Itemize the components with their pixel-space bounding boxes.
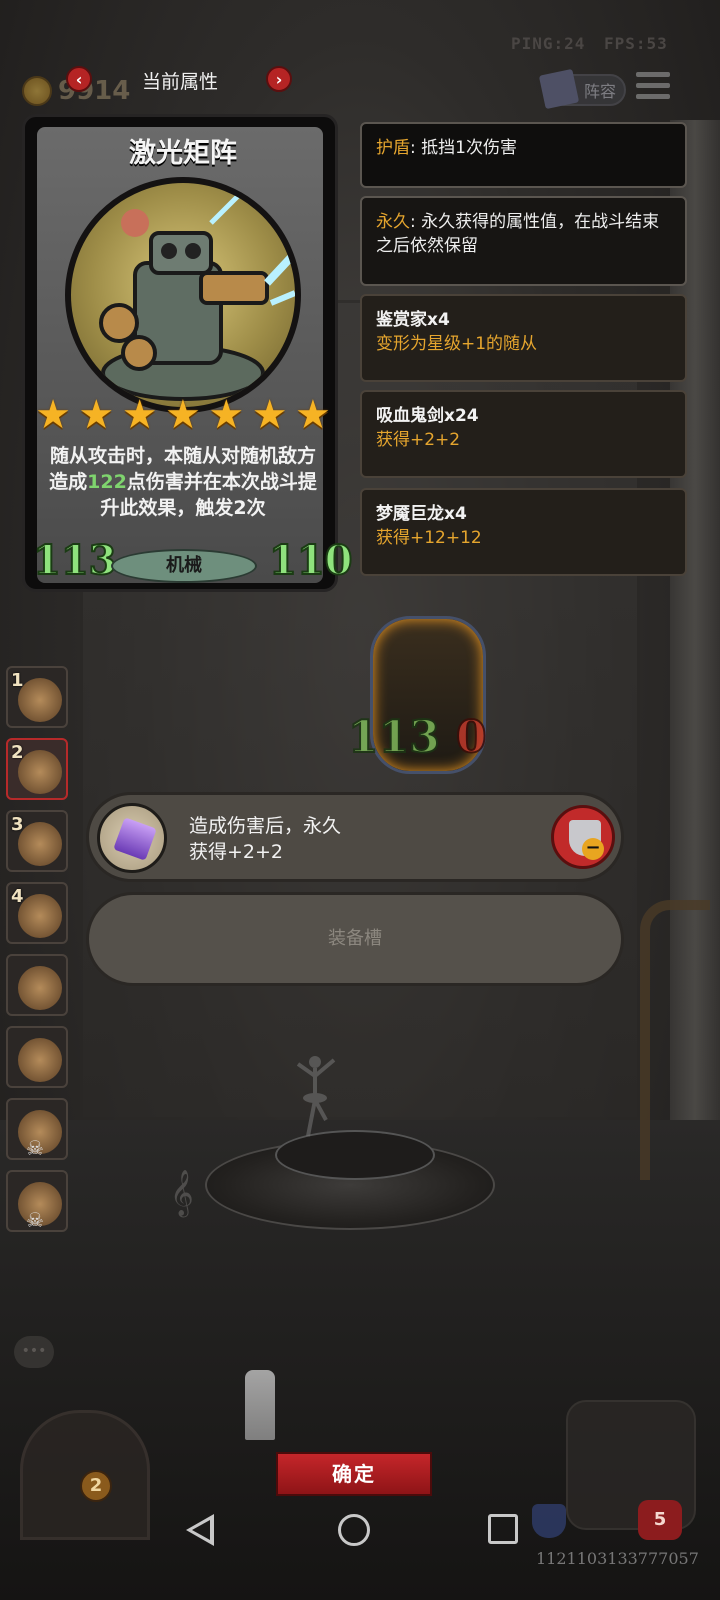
equipment-description: 造成伤害后，永久 获得+2+2 xyxy=(189,813,341,865)
buff-effect: 获得+12+12 xyxy=(376,528,482,548)
damage-value: 122 xyxy=(87,471,127,493)
board-minion-health: 0 xyxy=(455,711,488,764)
roster-slot-eliminated[interactable]: ☠ xyxy=(6,1098,68,1160)
home-icon[interactable] xyxy=(338,1514,370,1546)
ballerina-figurine xyxy=(296,1056,336,1137)
card-description: 随从攻击时，本随从对随机敌方造成122点伤害并在本次战斗提升此效果，触发2次 xyxy=(49,445,317,519)
keyword-shield-text: : 抵挡1次伤害 xyxy=(410,138,517,158)
equipped-item[interactable]: 造成伤害后，永久 获得+2+2 − xyxy=(86,792,624,882)
keyword-shield: 护盾 xyxy=(376,138,410,158)
buff-panel: 梦魇巨龙x4 获得+12+12 xyxy=(360,488,687,576)
roster-slot[interactable]: 4 xyxy=(6,882,68,944)
buff-effect: 变形为星级+1的随从 xyxy=(376,334,538,354)
minus-icon: − xyxy=(582,838,604,860)
equipment-line: 获得+2+2 xyxy=(189,841,284,863)
star-rating: ★ ★ ★ ★ ★ ★ ★ xyxy=(33,395,333,435)
star-icon: ★ xyxy=(251,392,288,438)
roster-slot[interactable] xyxy=(6,1026,68,1088)
attack-stat: 113 xyxy=(32,536,117,585)
star-icon: ★ xyxy=(35,392,71,438)
keyword-permanent-panel: 永久: 永久获得的属性值，在战斗结束之后依然保留 xyxy=(360,196,687,286)
player-avatar xyxy=(18,678,62,722)
player-avatar xyxy=(18,1038,62,1082)
keyword-shield-panel: 护盾: 抵挡1次伤害 xyxy=(360,122,687,188)
player-avatar xyxy=(18,894,62,938)
player-avatar xyxy=(18,822,62,866)
roster-slot-selected[interactable]: 2 xyxy=(6,738,68,800)
roster-slot-eliminated[interactable]: ☠ xyxy=(6,1170,68,1232)
buff-panel: 吸血鬼剑x24 获得+2+2 xyxy=(360,390,687,478)
next-page-button[interactable]: › xyxy=(266,66,292,92)
chat-icon[interactable]: ••• xyxy=(14,1336,54,1368)
player-avatar xyxy=(18,966,62,1010)
coin-icon xyxy=(22,76,52,106)
recents-icon[interactable] xyxy=(488,1514,518,1544)
keyword-permanent: 永久 xyxy=(376,212,410,232)
star-icon: ★ xyxy=(165,392,201,438)
board-minion-attack: 113 xyxy=(347,711,441,764)
roster-slot[interactable]: 1 xyxy=(6,666,68,728)
skull-icon: ☠ xyxy=(26,1136,44,1160)
minion-portrait xyxy=(65,177,301,413)
panel-title: 当前属性 xyxy=(141,71,218,93)
book-icon xyxy=(538,68,580,110)
slot-number: 4 xyxy=(11,886,24,907)
menu-icon[interactable] xyxy=(636,72,670,106)
player-avatar xyxy=(18,750,62,794)
team-roster: 1 2 3 4 ☠ ☠ xyxy=(0,666,74,1242)
lineup-button[interactable]: 阵容 xyxy=(538,68,626,110)
health-stat: 110 xyxy=(268,536,353,585)
star-icon: ★ xyxy=(295,392,331,438)
slot-number: 3 xyxy=(11,814,24,835)
skull-icon: ☠ xyxy=(26,1208,44,1232)
laser-turret-illustration xyxy=(99,191,295,401)
equipment-line: 造成伤害后，永久 xyxy=(189,815,342,837)
card-name: 激光矩阵 xyxy=(129,138,237,169)
buff-name: 鉴赏家x4 xyxy=(376,310,450,330)
empty-equipment-slot[interactable]: 装备槽 xyxy=(86,892,624,986)
unequip-button[interactable]: − xyxy=(551,805,615,869)
buff-panel: 鉴赏家x4 变形为星级+1的随从 xyxy=(360,294,687,382)
equipment-icon xyxy=(97,803,167,873)
slot-number: 2 xyxy=(11,742,24,763)
lineup-label: 阵容 xyxy=(583,82,616,101)
ping-readout: PING:24 xyxy=(511,34,586,53)
roster-slot[interactable]: 3 xyxy=(6,810,68,872)
minion-card: 激光矩阵 ★ ★ ★ ★ ★ ★ ★ 随从攻击时，本随从对随机敌方造成122点伤害并在本次战… xyxy=(22,114,353,592)
music-note-icon: 𝄞 xyxy=(170,1170,194,1216)
candle-decor xyxy=(245,1370,275,1440)
crystal-icon xyxy=(113,817,157,861)
prev-page-button[interactable]: ‹ xyxy=(66,66,92,92)
tavern-level-badge: 2 xyxy=(80,1470,112,1502)
roster-slot[interactable] xyxy=(6,954,68,1016)
harp-decor xyxy=(640,900,710,1180)
tribe-badge: 机械 xyxy=(111,549,257,583)
star-icon: ★ xyxy=(121,392,158,438)
slot-number: 1 xyxy=(11,670,24,691)
star-icon: ★ xyxy=(208,392,245,438)
buff-effect: 获得+2+2 xyxy=(376,430,461,450)
confirm-button[interactable]: 确定 xyxy=(276,1452,432,1496)
keyword-permanent-text: : 永久获得的属性值，在战斗结束之后依然保留 xyxy=(376,212,660,256)
star-icon: ★ xyxy=(78,392,115,438)
buff-name: 梦魇巨龙x4 xyxy=(376,504,467,524)
fps-readout: FPS:53 xyxy=(604,34,668,53)
buff-name: 吸血鬼剑x24 xyxy=(376,406,479,426)
system-nav-bar xyxy=(0,1500,720,1600)
back-icon[interactable] xyxy=(186,1514,214,1546)
